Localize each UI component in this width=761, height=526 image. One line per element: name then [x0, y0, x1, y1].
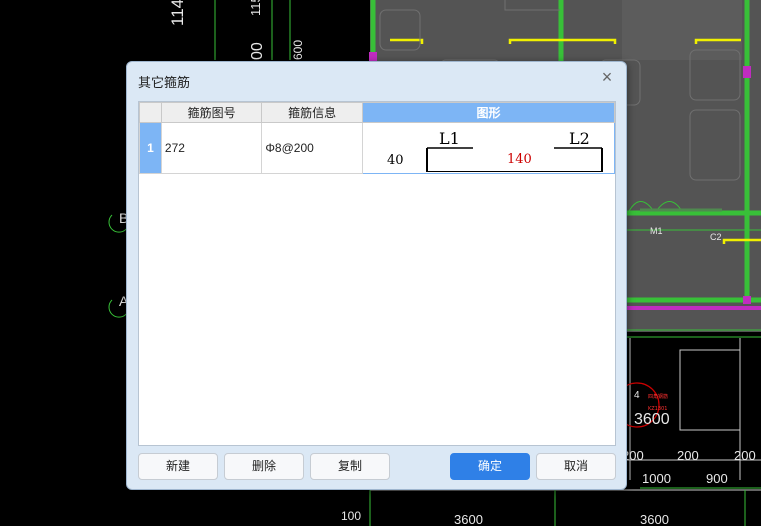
cad-label: 200 [734, 448, 756, 463]
cad-label: 4 [634, 390, 640, 401]
cancel-button[interactable]: 取消 [536, 453, 616, 480]
table-row[interactable]: 1 272 Φ8@200 L1 L2 40 140 [139, 122, 616, 174]
cad-label: 1000 [642, 471, 671, 486]
cad-label: 四角钢筋 [648, 393, 668, 400]
cad-label: 3600 [454, 512, 483, 526]
delete-button[interactable]: 删除 [224, 453, 304, 480]
cad-label: 600 [291, 40, 305, 60]
copy-button[interactable]: 复制 [310, 453, 390, 480]
shape-no-cell[interactable]: 272 [160, 122, 263, 174]
cad-label: 00 [249, 42, 266, 60]
shape-label-l1: L1 [439, 129, 460, 148]
dialog-title: 其它箍筋 [138, 75, 191, 90]
cad-label: 115 [248, 0, 263, 16]
cad-label: 200 [677, 448, 699, 463]
column-header-shape[interactable]: 图形 [361, 102, 616, 123]
cad-label: C2 [710, 232, 722, 242]
new-button[interactable]: 新建 [138, 453, 218, 480]
cad-label: 100 [341, 509, 361, 523]
table-header-row: 箍筋图号 箍筋信息 图形 [139, 102, 616, 123]
stirrup-info-cell[interactable]: Φ8@200 [261, 122, 363, 174]
stirrup-table: 箍筋图号 箍筋信息 图形 1 272 Φ8@200 L1 L2 40 140 [139, 102, 616, 174]
ok-button[interactable]: 确定 [450, 453, 530, 480]
shape-label-l2: L2 [569, 129, 590, 148]
cad-label: M1 [650, 226, 663, 236]
other-stirrups-dialog: 其它箍筋 × 箍筋图号 箍筋信息 图形 1 272 Φ8@200 L1 L2 4… [126, 61, 627, 490]
cad-label: KZ1301 [648, 406, 667, 412]
column-header-rownum [139, 102, 162, 123]
cad-label: 114 [168, 0, 187, 26]
column-header-info[interactable]: 箍筋信息 [261, 102, 363, 123]
cad-label: 900 [706, 471, 728, 486]
stirrup-shape-drawing: L1 L2 40 140 [387, 129, 603, 172]
row-number-cell[interactable]: 1 [139, 122, 162, 174]
column-header-shape-no[interactable]: 箍筋图号 [160, 102, 263, 123]
cad-label: 3600 [640, 512, 669, 526]
shape-value-center: 140 [507, 152, 532, 167]
stirrup-grid: 箍筋图号 箍筋信息 图形 1 272 Φ8@200 L1 L2 40 140 [138, 101, 616, 446]
close-icon[interactable]: × [598, 68, 616, 86]
shape-value-left: 40 [387, 153, 404, 168]
shape-cell[interactable]: L1 L2 40 140 [361, 122, 616, 174]
cad-label: 3600 [634, 411, 670, 428]
